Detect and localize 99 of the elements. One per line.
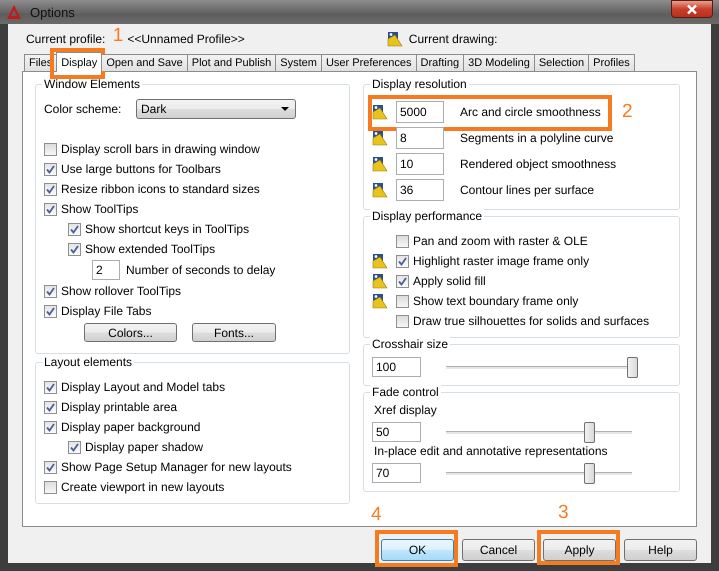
color-scheme-dropdown[interactable]: Dark: [136, 99, 296, 119]
checkbox[interactable]: [396, 254, 409, 268]
checkbox-label: Display printable area: [61, 400, 178, 414]
number-field[interactable]: 8: [396, 127, 444, 149]
group-title: Crosshair size: [370, 337, 450, 351]
checkbox[interactable]: [44, 304, 57, 318]
checkbox[interactable]: [44, 460, 57, 474]
checkbox[interactable]: [44, 284, 57, 298]
slider-thumb[interactable]: [584, 422, 596, 443]
checkbox-label: Create viewport in new layouts: [61, 480, 224, 494]
number-field[interactable]: 50: [372, 422, 421, 442]
tab[interactable]: Plot and Publish: [186, 54, 276, 71]
tab[interactable]: 3D Modeling: [463, 54, 535, 71]
number-field[interactable]: 36: [396, 179, 444, 201]
group-title: Display resolution: [370, 77, 469, 91]
checkbox[interactable]: [396, 314, 409, 328]
drawing-file-icon: [372, 182, 388, 198]
group-title: Display performance: [370, 209, 484, 223]
checkbox[interactable]: [68, 440, 81, 454]
annotation-number: 1: [112, 26, 124, 46]
field-label: Contour lines per surface: [460, 183, 594, 197]
drawing-label: Current drawing:: [408, 32, 498, 46]
drawing-file-icon: [372, 130, 388, 146]
drawing-file-icon: [372, 253, 388, 269]
tab[interactable]: Profiles: [588, 54, 635, 71]
color-scheme-label: Color scheme:: [44, 102, 122, 116]
number-field[interactable]: 100: [372, 357, 421, 377]
annotation-number: 2: [622, 102, 633, 122]
slider-thumb[interactable]: [584, 463, 596, 484]
checkbox-label: Show text boundary frame only: [413, 294, 578, 308]
tab[interactable]: System: [275, 54, 322, 71]
tab[interactable]: Drafting: [416, 54, 464, 71]
checkbox[interactable]: [44, 400, 57, 414]
field-label: Number of seconds to delay: [126, 263, 276, 277]
profile-name: <<Unnamed Profile>>: [127, 32, 245, 46]
checkbox[interactable]: [68, 222, 81, 236]
drawing-file-icon: [372, 104, 388, 120]
dialog-button[interactable]: Help: [624, 539, 697, 561]
checkbox-label: Show rollover ToolTips: [61, 284, 182, 298]
drawing-file-icon: [372, 293, 388, 309]
drawing-file-icon: [372, 273, 388, 289]
annotation-number: 3: [558, 503, 569, 523]
checkbox-label: Display File Tabs: [61, 304, 152, 318]
checkbox[interactable]: [44, 162, 57, 176]
number-field[interactable]: 2: [92, 260, 120, 280]
checkbox-label: Highlight raster image frame only: [413, 254, 590, 268]
group-title: Window Elements: [42, 77, 142, 91]
checkbox[interactable]: [396, 234, 409, 248]
profile-label: Current profile:: [26, 32, 106, 46]
checkbox[interactable]: [44, 142, 57, 156]
checkbox-label: Show ToolTips: [61, 202, 138, 216]
checkbox-label: Apply solid fill: [413, 274, 486, 288]
drawing-file-icon: [386, 31, 403, 47]
checkbox-label: Show shortcut keys in ToolTips: [85, 222, 250, 236]
annotation-number: 4: [371, 505, 382, 525]
number-field[interactable]: 10: [396, 153, 444, 175]
dialog-button[interactable]: Colors...: [84, 323, 177, 342]
checkbox-label: Show extended ToolTips: [85, 242, 216, 256]
checkbox[interactable]: [44, 420, 57, 434]
checkbox-label: Display paper background: [61, 420, 200, 434]
tab[interactable]: Display: [56, 52, 102, 72]
checkbox[interactable]: [44, 480, 57, 494]
checkbox-label: Pan and zoom with raster & OLE: [413, 234, 588, 248]
checkbox-label: Resize ribbon icons to standard sizes: [61, 182, 260, 196]
checkbox[interactable]: [44, 202, 57, 216]
window-title: Options: [30, 4, 75, 20]
checkbox-label: Use large buttons for Toolbars: [61, 162, 221, 176]
field-label: Arc and circle smoothness: [460, 105, 601, 119]
checkbox-label: Show Page Setup Manager for new layouts: [61, 460, 292, 474]
close-icon: [686, 4, 698, 14]
checkbox[interactable]: [396, 274, 409, 288]
checkbox-label: Draw true silhouettes for solids and surfaces: [413, 314, 650, 328]
slider-thumb[interactable]: [627, 357, 638, 378]
close-button[interactable]: [671, 0, 713, 18]
drawing-file-icon: [372, 156, 388, 172]
checkbox[interactable]: [68, 242, 81, 256]
dialog-button[interactable]: OK: [381, 539, 454, 561]
tab[interactable]: Open and Save: [101, 54, 188, 71]
checkbox[interactable]: [44, 182, 57, 196]
slider-label: In-place edit and annotative representations: [373, 444, 608, 460]
field-label: Rendered object smoothness: [460, 157, 616, 171]
dropdown-arrow-icon: [281, 107, 289, 111]
checkbox[interactable]: [396, 294, 409, 308]
checkbox-label: Display paper shadow: [85, 440, 204, 454]
tab[interactable]: Selection: [534, 54, 590, 71]
slider-label: Xref display: [373, 403, 438, 419]
dialog-button[interactable]: Fonts...: [192, 323, 276, 342]
field-label: Segments in a polyline curve: [460, 131, 614, 145]
group-title: Fade control: [370, 385, 441, 399]
tab[interactable]: User Preferences: [320, 54, 417, 71]
dialog-button[interactable]: Cancel: [462, 539, 535, 561]
number-field[interactable]: 5000: [396, 101, 444, 123]
checkbox[interactable]: [44, 380, 57, 394]
dialog-button[interactable]: Apply: [543, 539, 616, 561]
checkbox-label: Display Layout and Model tabs: [61, 380, 226, 394]
checkbox-label: Display scroll bars in drawing window: [61, 142, 260, 156]
group-title: Layout elements: [42, 355, 134, 369]
app-logo-icon: [6, 4, 22, 20]
number-field[interactable]: 70: [372, 463, 421, 483]
